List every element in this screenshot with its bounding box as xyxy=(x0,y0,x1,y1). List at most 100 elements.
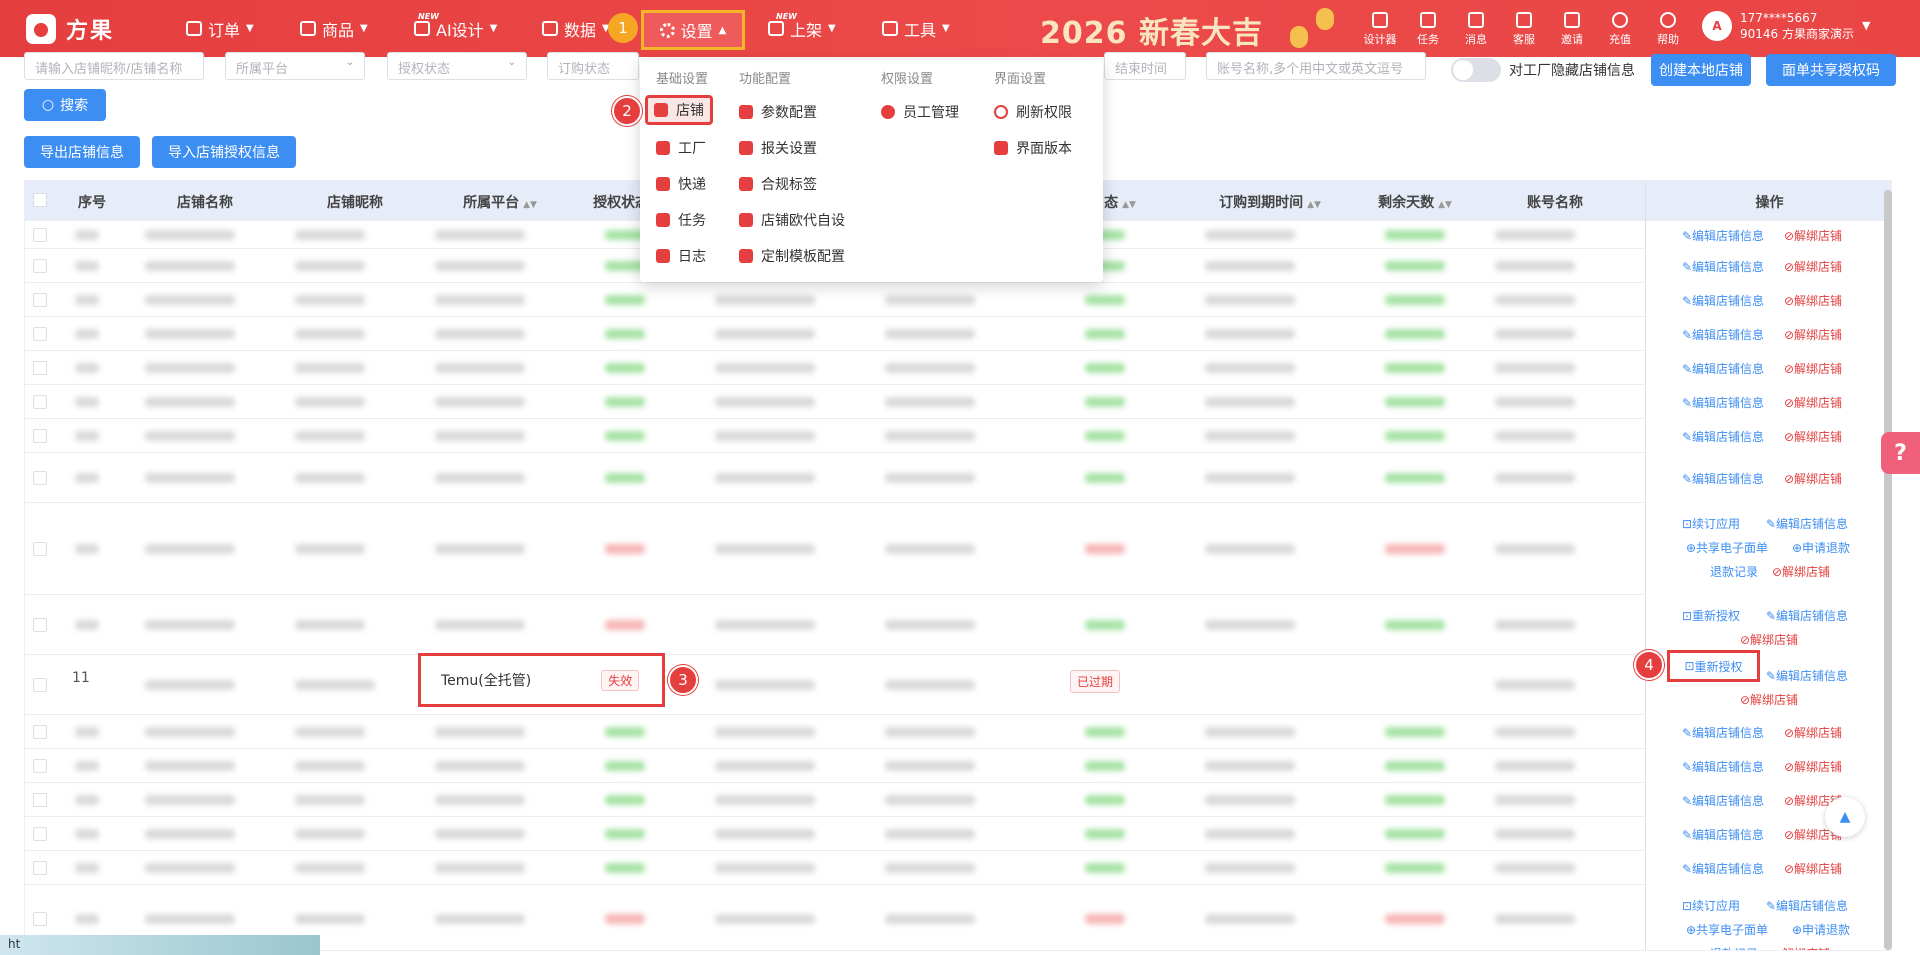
edit-shop-link[interactable]: ✎编辑店铺信息 xyxy=(1682,292,1764,309)
refund-record-link[interactable]: 退款记录 xyxy=(1710,563,1758,580)
unbind-shop-link[interactable]: ⊘解绑店铺 xyxy=(1784,227,1842,244)
row-checkbox[interactable] xyxy=(33,293,47,307)
edit-shop-link[interactable]: ✎编辑店铺信息 xyxy=(1766,607,1848,624)
search-button[interactable]: ○ 搜索 xyxy=(24,89,106,121)
table-scrollbar[interactable] xyxy=(1884,190,1892,950)
menu-item-express[interactable]: 快递 xyxy=(656,174,706,194)
reauthorize-button[interactable]: ⊡ 重新授权 xyxy=(1667,650,1760,682)
row-checkbox[interactable] xyxy=(33,542,47,556)
tool-designer[interactable]: 设计器 xyxy=(1359,12,1401,47)
edit-shop-link[interactable]: ✎编辑店铺信息 xyxy=(1682,326,1764,343)
nav-products[interactable]: 商品 ▼ xyxy=(300,0,368,57)
edit-shop-link[interactable]: ✎编辑店铺信息 xyxy=(1682,258,1764,275)
unbind-shop-link[interactable]: ⊘解绑店铺 xyxy=(1784,394,1842,411)
renew-app-link[interactable]: ⊡续订应用 xyxy=(1682,897,1740,914)
unbind-shop-link[interactable]: ⊘解绑店铺 xyxy=(1784,428,1842,445)
edit-shop-link[interactable]: ✎编辑店铺信息 xyxy=(1682,792,1764,809)
menu-item-factory[interactable]: 工厂 xyxy=(656,138,706,158)
edit-shop-link[interactable]: ✎编辑店铺信息 xyxy=(1682,428,1764,445)
menu-item-params[interactable]: 参数配置 xyxy=(739,102,817,122)
row-checkbox[interactable] xyxy=(33,471,47,485)
unbind-shop-link[interactable]: ⊘解绑店铺 xyxy=(1784,326,1842,343)
tool-messages[interactable]: 消息 xyxy=(1455,12,1497,47)
share-waybill-link[interactable]: ⊕共享电子面单 xyxy=(1686,539,1768,556)
menu-item-shop[interactable]: 店铺 xyxy=(645,95,713,125)
unbind-shop-link[interactable]: ⊘解绑店铺 xyxy=(1740,691,1798,708)
refund-apply-link[interactable]: ⊕申请退款 xyxy=(1792,539,1850,556)
nav-data[interactable]: 数据 ▼ xyxy=(542,0,610,57)
nav-listing[interactable]: NEW 上架 ▼ xyxy=(768,0,836,57)
unbind-shop-link[interactable]: ⊘解绑店铺 xyxy=(1784,860,1842,877)
row-checkbox[interactable] xyxy=(33,429,47,443)
menu-item-customs[interactable]: 报关设置 xyxy=(739,138,817,158)
menu-item-staff[interactable]: 员工管理 xyxy=(881,102,959,122)
export-shop-button[interactable]: 导出店铺信息 xyxy=(24,136,140,168)
menu-item-ui-version[interactable]: 界面版本 xyxy=(994,138,1072,158)
menu-item-log[interactable]: 日志 xyxy=(656,246,706,266)
edit-shop-link[interactable]: ✎编辑店铺信息 xyxy=(1682,826,1764,843)
edit-shop-link[interactable]: ✎编辑店铺信息 xyxy=(1682,394,1764,411)
edit-shop-link[interactable]: ✎编辑店铺信息 xyxy=(1682,758,1764,775)
edit-shop-link[interactable]: ✎编辑店铺信息 xyxy=(1682,227,1764,244)
row-checkbox[interactable] xyxy=(33,361,47,375)
help-float-button[interactable]: ? xyxy=(1881,432,1920,474)
menu-item-compliance[interactable]: 合规标签 xyxy=(739,174,817,194)
col-remaining-days[interactable]: 剩余天数 ▲▼ xyxy=(1355,192,1475,212)
refund-record-link[interactable]: 退款记录 xyxy=(1710,945,1758,950)
share-waybill-link[interactable]: ⊕共享电子面单 xyxy=(1686,921,1768,938)
platform-select[interactable]: 所属平台 ⌄ xyxy=(225,52,365,80)
hide-shop-toggle[interactable] xyxy=(1451,58,1501,82)
nav-settings[interactable]: 设置 ▲ xyxy=(641,10,745,50)
sub-status-select[interactable]: 订购状态 xyxy=(547,52,639,80)
col-platform[interactable]: 所属平台 ▲▼ xyxy=(425,192,575,212)
row-checkbox[interactable] xyxy=(33,678,47,692)
unbind-shop-link[interactable]: ⊘解绑店铺 xyxy=(1772,945,1830,950)
nav-ai-design[interactable]: NEW AI设计 ▼ xyxy=(414,0,497,57)
menu-item-task[interactable]: 任务 xyxy=(656,210,706,230)
share-auth-code-button[interactable]: 面单共享授权码 xyxy=(1766,54,1896,86)
edit-shop-link[interactable]: ✎编辑店铺信息 xyxy=(1682,724,1764,741)
row-checkbox[interactable] xyxy=(33,827,47,841)
nav-orders[interactable]: 订单 ▼ xyxy=(186,0,254,57)
app-logo[interactable]: 方果 xyxy=(26,13,114,45)
tool-tasks[interactable]: 任务 xyxy=(1407,12,1449,47)
refund-apply-link[interactable]: ⊕申请退款 xyxy=(1792,921,1850,938)
shop-name-input[interactable]: 请输入店铺昵称/店铺名称 xyxy=(24,52,204,80)
nav-tools[interactable]: 工具 ▼ xyxy=(882,0,950,57)
unbind-shop-link[interactable]: ⊘解绑店铺 xyxy=(1740,631,1798,648)
edit-shop-link[interactable]: ✎编辑店铺信息 xyxy=(1766,897,1848,914)
row-checkbox[interactable] xyxy=(33,618,47,632)
edit-shop-link[interactable]: ✎编辑店铺信息 xyxy=(1682,860,1764,877)
row-checkbox[interactable] xyxy=(33,725,47,739)
row-checkbox[interactable] xyxy=(33,861,47,875)
unbind-shop-link[interactable]: ⊘解绑店铺 xyxy=(1784,258,1842,275)
auth-status-select[interactable]: 授权状态 ⌄ xyxy=(387,52,527,80)
reauthorize-link[interactable]: ⊡重新授权 xyxy=(1682,607,1740,624)
row-checkbox[interactable] xyxy=(33,911,47,926)
unbind-shop-link[interactable]: ⊘解绑店铺 xyxy=(1772,563,1830,580)
menu-item-template[interactable]: 定制模板配置 xyxy=(739,246,845,266)
select-all-checkbox[interactable] xyxy=(33,193,47,207)
create-local-shop-button[interactable]: 创建本地店铺 xyxy=(1651,54,1751,86)
unbind-shop-link[interactable]: ⊘解绑店铺 xyxy=(1784,470,1842,487)
row-checkbox[interactable] xyxy=(33,793,47,807)
import-auth-button[interactable]: 导入店铺授权信息 xyxy=(152,136,296,168)
tool-invite[interactable]: 邀请 xyxy=(1551,12,1593,47)
end-time-input[interactable]: 结束时间 xyxy=(1104,52,1186,80)
renew-app-link[interactable]: ⊡续订应用 xyxy=(1682,515,1740,532)
col-expire-time[interactable]: 订购到期时间 ▲▼ xyxy=(1195,192,1345,212)
tool-help[interactable]: 帮助 xyxy=(1647,12,1689,47)
menu-item-eu-rep[interactable]: 店铺欧代自设 xyxy=(739,210,845,230)
unbind-shop-link[interactable]: ⊘解绑店铺 xyxy=(1784,758,1842,775)
tool-service[interactable]: 客服 xyxy=(1503,12,1545,47)
account-name-input[interactable]: 账号名称,多个用中文或英文逗号 xyxy=(1206,52,1426,80)
edit-shop-link[interactable]: ✎编辑店铺信息 xyxy=(1766,515,1848,532)
unbind-shop-link[interactable]: ⊘解绑店铺 xyxy=(1784,360,1842,377)
row-checkbox[interactable] xyxy=(33,395,47,409)
edit-shop-link[interactable]: ✎编辑店铺信息 xyxy=(1682,360,1764,377)
unbind-shop-link[interactable]: ⊘解绑店铺 xyxy=(1784,724,1842,741)
edit-shop-link[interactable]: ✎编辑店铺信息 xyxy=(1682,470,1764,487)
tool-recharge[interactable]: 充值 xyxy=(1599,12,1641,47)
row-checkbox[interactable] xyxy=(33,327,47,341)
unbind-shop-link[interactable]: ⊘解绑店铺 xyxy=(1784,292,1842,309)
